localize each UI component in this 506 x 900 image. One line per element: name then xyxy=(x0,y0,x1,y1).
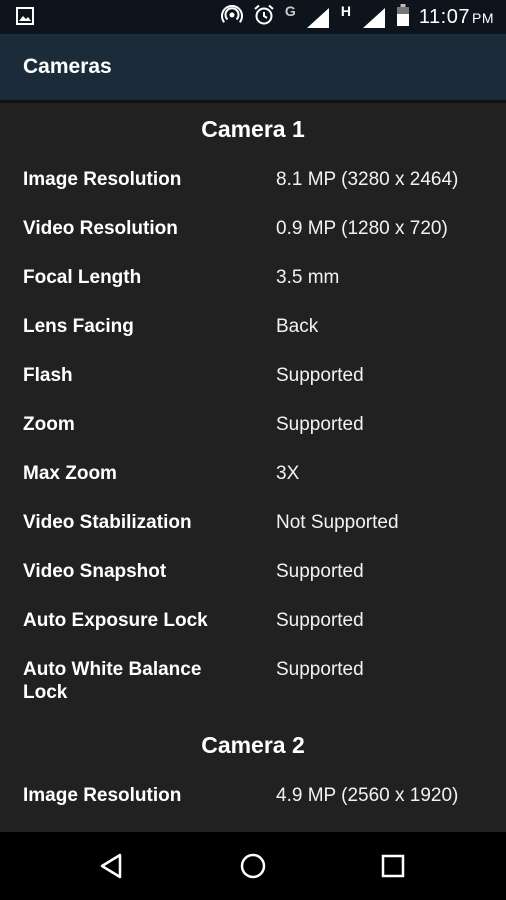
camera-details-list[interactable]: Camera 1 Image Resolution 8.1 MP (3280 x… xyxy=(0,103,506,832)
app-bar-title: Cameras xyxy=(23,55,112,78)
list-item: Video Resolution 0.9 MP (1280 x 720) xyxy=(0,204,506,253)
section-title-camera-1: Camera 1 xyxy=(201,116,305,142)
row-value: Supported xyxy=(276,365,364,386)
list-item: Video Snapshot Supported xyxy=(0,547,506,596)
signal-icon-2 xyxy=(362,8,385,33)
row-value: 3.5 mm xyxy=(276,267,340,288)
list-item: Zoom Supported xyxy=(0,400,506,449)
row-value: Back xyxy=(276,316,319,337)
row-label: Image Resolution xyxy=(23,785,182,806)
row-label: Video Stabilization xyxy=(23,512,192,533)
image-icon xyxy=(16,7,34,30)
navigation-bar xyxy=(0,832,506,900)
list-item: Image Resolution 4.9 MP (2560 x 1920) xyxy=(0,771,506,820)
alarm-icon xyxy=(253,4,275,31)
recents-icon[interactable] xyxy=(377,850,409,882)
section-title-camera-2: Camera 2 xyxy=(201,732,305,758)
hotspot-icon xyxy=(220,4,243,31)
list-item: Flash Supported xyxy=(0,351,506,400)
list-item: Video Stabilization Not Supported xyxy=(0,498,506,547)
row-label: Zoom xyxy=(23,414,75,435)
row-value: 8.1 MP (3280 x 2464) xyxy=(276,169,459,190)
row-label: Flash xyxy=(23,365,73,386)
row-value: Supported xyxy=(276,659,364,680)
row-value: Supported xyxy=(276,561,364,582)
row-label: Focal Length xyxy=(23,267,142,288)
back-icon[interactable] xyxy=(96,850,128,882)
row-label: Video Snapshot xyxy=(23,561,167,582)
signal-icon xyxy=(306,8,329,33)
row-label: Auto Exposure Lock xyxy=(23,610,208,631)
row-value: Not Supported xyxy=(276,512,399,533)
clock-time: 11:07 xyxy=(418,5,470,28)
list-item: Max Zoom 3X xyxy=(0,449,506,498)
home-icon[interactable] xyxy=(237,850,269,882)
list-item: Image Resolution 8.1 MP (3280 x 2464) xyxy=(0,155,506,204)
row-label: Video Resolution xyxy=(23,218,178,239)
network-type-label: G xyxy=(284,3,296,19)
list-item: Auto White Balance Lock Supported xyxy=(0,645,506,715)
list-item: Lens Facing Back xyxy=(0,302,506,351)
row-label: Max Zoom xyxy=(23,463,117,484)
list-item: Focal Length 3.5 mm xyxy=(0,253,506,302)
network-type-label-2: H xyxy=(340,3,352,19)
row-label: Auto White Balance Lock xyxy=(23,659,202,703)
row-label: Image Resolution xyxy=(23,169,182,190)
row-value: 4.9 MP (2560 x 1920) xyxy=(276,785,459,806)
list-item: Auto Exposure Lock Supported xyxy=(0,596,506,645)
status-clock: 11:07 PM xyxy=(419,6,494,29)
app-bar: Cameras xyxy=(0,34,506,103)
row-value: Supported xyxy=(276,414,364,435)
row-value: Supported xyxy=(276,610,364,631)
row-value: 0.9 MP (1280 x 720) xyxy=(276,218,448,239)
battery-icon xyxy=(396,3,409,31)
row-label: Lens Facing xyxy=(23,316,134,337)
row-value: 3X xyxy=(276,463,300,484)
clock-ampm: PM xyxy=(472,9,494,26)
status-bar: G H 11:07 PM xyxy=(0,0,506,34)
